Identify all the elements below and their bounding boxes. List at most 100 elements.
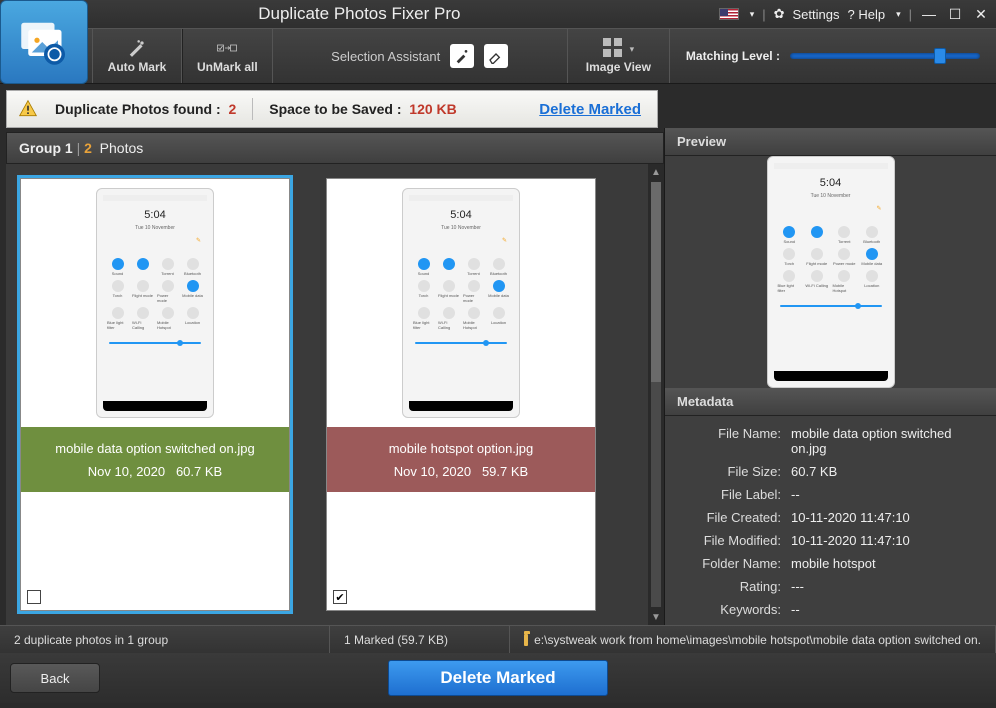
metadata-row: Keywords: -- [677,602,984,617]
thumbnail-image: 5:04 Tue 10 November ✎ SoundTorrentBluet… [21,179,289,427]
vertical-scrollbar[interactable]: ▲ ▼ [648,164,664,625]
metadata-key: File Name: [677,426,781,456]
main-area: Group 1 | 2 Photos 5:04 Tue 10 November … [0,128,996,625]
help-menu[interactable]: ? Help [848,7,886,22]
eraser-icon[interactable] [484,44,508,68]
status-duplicates: 2 duplicate photos in 1 group [0,626,330,653]
warning-icon [17,99,39,119]
metadata-list: File Name: mobile data option switched o… [665,416,996,625]
card-meta: Nov 10, 2020 59.7 KB [335,460,587,483]
mark-checkbox[interactable]: ✔ [333,590,347,604]
space-label: Space to be Saved : [269,101,401,117]
metadata-key: File Created: [677,510,781,525]
preview-header: Preview [665,128,996,156]
selection-assistant-section: Selection Assistant [273,29,568,83]
unmark-all-label: UnMark all [197,60,258,74]
metadata-value: -- [791,487,984,502]
title-bar: Duplicate Photos Fixer Pro ▾ | ✿ Setting… [0,0,996,28]
photo-card[interactable]: 5:04 Tue 10 November ✎ SoundTorrentBluet… [326,178,596,611]
delete-marked-link[interactable]: Delete Marked [539,101,647,118]
gear-icon[interactable]: ✿ [774,6,785,22]
metadata-row: Rating: --- [677,579,984,594]
card-meta: Nov 10, 2020 60.7 KB [29,460,281,483]
bottom-bar: Back Delete Marked [0,653,996,703]
auto-mark-button[interactable]: Auto Mark [92,29,182,83]
matching-level-slider[interactable] [790,53,980,59]
metadata-key: Rating: [677,579,781,594]
group-count: 2 [84,140,92,156]
back-button[interactable]: Back [10,663,100,693]
phone-screenshot-mock: 5:04 Tue 10 November ✎ SoundTorrentBluet… [96,188,214,418]
auto-mark-label: Auto Mark [108,60,167,74]
group-header: Group 1 | 2 Photos [6,132,664,164]
chevron-down-icon[interactable]: ▾ [750,9,755,20]
metadata-key: File Size: [677,464,781,479]
chevron-down-icon[interactable]: ▾ [896,9,901,20]
folder-icon [524,634,528,646]
metadata-value: mobile data option switched on.jpg [791,426,984,456]
results-pane: Group 1 | 2 Photos 5:04 Tue 10 November … [0,128,664,625]
slider-handle[interactable] [934,48,946,64]
main-toolbar: Auto Mark UnMark all Selection Assistant… [0,28,996,84]
delete-marked-button[interactable]: Delete Marked [388,660,608,696]
image-view-label: Image View [586,60,651,74]
metadata-value: -- [791,602,984,617]
metadata-key: File Label: [677,487,781,502]
status-bar: 2 duplicate photos in 1 group 1 Marked (… [0,625,996,653]
card-caption: mobile hotspot option.jpg Nov 10, 2020 5… [327,427,595,492]
metadata-row: File Size: 60.7 KB [677,464,984,479]
scroll-down-icon[interactable]: ▼ [648,609,664,625]
info-bar: Duplicate Photos found : 2 Space to be S… [6,90,658,128]
phone-screenshot-mock: 5:04 Tue 10 November ✎ SoundTorrentBluet… [402,188,520,418]
app-logo [0,0,88,84]
scroll-thumb[interactable] [651,182,661,382]
metadata-row: File Label: -- [677,487,984,502]
matching-level-section: Matching Level : [670,29,996,83]
metadata-key: Folder Name: [677,556,781,571]
metadata-row: File Modified: 10-11-2020 11:47:10 [677,533,984,548]
divider [252,98,253,120]
mark-checkbox[interactable] [27,590,41,604]
grid-icon [603,38,622,57]
language-flag-icon[interactable] [719,8,739,20]
card-filename: mobile hotspot option.jpg [335,437,587,460]
metadata-header: Metadata [665,388,996,416]
found-count: 2 [228,101,236,117]
app-title: Duplicate Photos Fixer Pro [0,4,719,24]
found-label: Duplicate Photos found : [55,101,221,117]
minimize-button[interactable]: — [920,6,938,22]
unmark-all-button[interactable]: UnMark all [182,29,273,83]
wand-icon [127,38,147,58]
image-view-button[interactable]: ▾ Image View [568,29,670,83]
matching-level-label: Matching Level : [686,49,780,63]
card-filename: mobile data option switched on.jpg [29,437,281,460]
metadata-row: Folder Name: mobile hotspot [677,556,984,571]
group-suffix: Photos [100,140,144,156]
metadata-row: File Name: mobile data option switched o… [677,426,984,456]
selection-assistant-label: Selection Assistant [331,49,440,64]
side-panel: Preview 5:04 Tue 10 November ✎ SoundTorr… [664,128,996,625]
auto-select-icon[interactable] [450,44,474,68]
maximize-button[interactable]: ☐ [946,6,964,22]
scroll-up-icon[interactable]: ▲ [648,164,664,180]
photo-card[interactable]: 5:04 Tue 10 November ✎ SoundTorrentBluet… [20,178,290,611]
status-marked: 1 Marked (59.7 KB) [330,626,510,653]
settings-menu[interactable]: Settings [793,7,840,22]
metadata-value: --- [791,579,984,594]
group-label: Group 1 [19,140,73,156]
unmark-icon [217,38,237,58]
metadata-key: File Modified: [677,533,781,548]
metadata-key: Keywords: [677,602,781,617]
metadata-row: File Created: 10-11-2020 11:47:10 [677,510,984,525]
metadata-value: 60.7 KB [791,464,984,479]
thumbnail-image: 5:04 Tue 10 November ✎ SoundTorrentBluet… [327,179,595,427]
phone-screenshot-mock: 5:04 Tue 10 November ✎ SoundTorrentBluet… [767,156,895,388]
close-button[interactable]: ✕ [972,6,990,22]
metadata-value: mobile hotspot [791,556,984,571]
chevron-down-icon: ▾ [630,44,635,55]
metadata-value: 10-11-2020 11:47:10 [791,510,984,525]
status-path: e:\systweak work from home\images\mobile… [510,626,996,653]
space-value: 120 KB [409,101,456,117]
preview-area: 5:04 Tue 10 November ✎ SoundTorrentBluet… [665,156,996,388]
metadata-value: 10-11-2020 11:47:10 [791,533,984,548]
